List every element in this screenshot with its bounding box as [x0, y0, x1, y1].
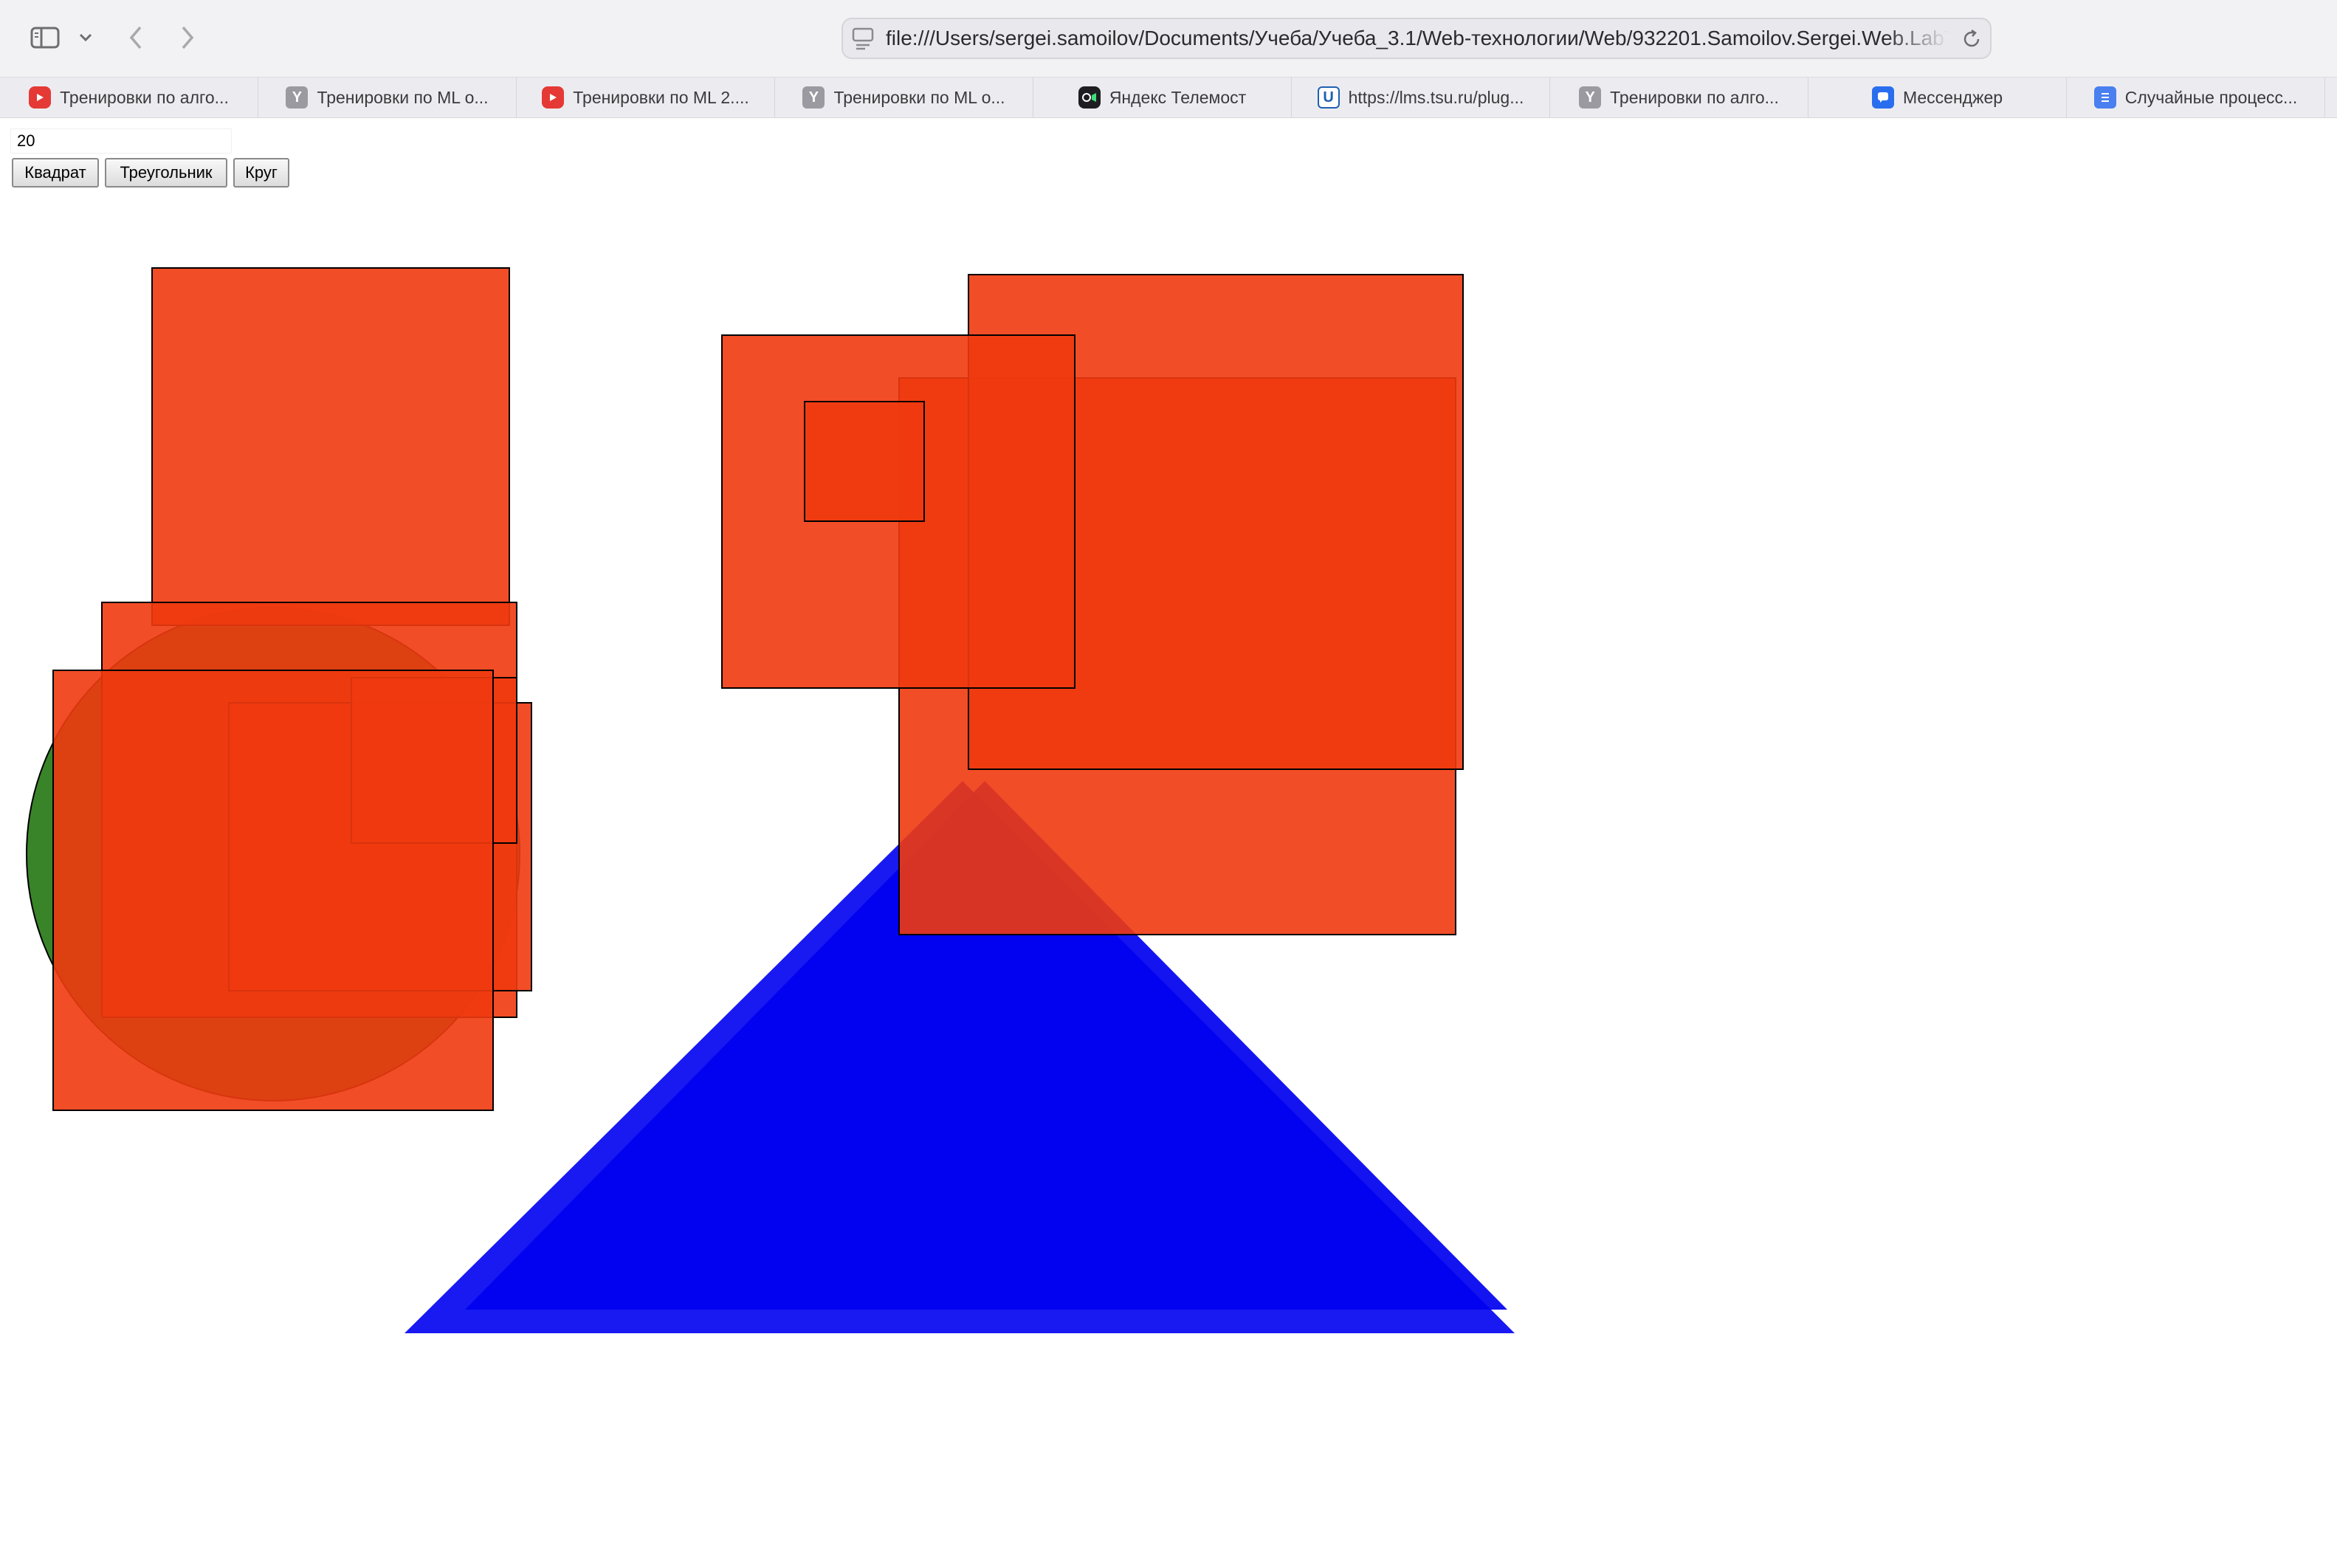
lms-icon: U [1317, 86, 1340, 109]
favorite-label: Тренировки по ML 2.... [573, 87, 749, 107]
document-icon [2093, 86, 2116, 109]
favorite-label: Тренировки по ML о... [833, 87, 1005, 107]
favorite-label: Мессенджер [1902, 87, 2003, 107]
browser-toolbar: file:///Users/sergei.samoilov/Documents/… [0, 0, 2337, 78]
favorite-label: Случайные процесс... [2124, 87, 2298, 107]
yandex-icon: Y [286, 86, 309, 109]
chevron-down-icon[interactable] [72, 16, 99, 59]
red-square[interactable] [151, 267, 510, 626]
favorite-item[interactable]: Мессенджер [1808, 78, 2067, 117]
messenger-icon [1871, 86, 1894, 109]
forward-arrow-icon[interactable] [173, 16, 202, 59]
telemost-icon [1078, 86, 1101, 109]
favorite-label: Яндекс Телемост [1109, 87, 1247, 107]
yandex-icon: Y [802, 86, 825, 109]
favorite-item[interactable]: Тренировки по ML 2.... [517, 78, 775, 117]
favorite-item[interactable]: Яндекс Телемост [1033, 78, 1292, 117]
favorite-item[interactable]: Y Тренировки по ML о... [258, 78, 517, 117]
address-bar[interactable]: file:///Users/sergei.samoilov/Documents/… [841, 18, 1992, 59]
yandex-icon: Y [1579, 86, 1602, 109]
favorites-bar: Тренировки по алго... Y Тренировки по ML… [0, 78, 2337, 118]
red-square[interactable] [52, 670, 494, 1111]
favorite-label: Тренировки по ML о... [317, 87, 489, 107]
youtube-icon [29, 86, 52, 109]
favorite-item[interactable]: Случайные процесс... [2067, 78, 2325, 117]
favorite-label: https://lms.tsu.ru/plug... [1348, 87, 1524, 107]
favorite-label: Тренировки по алго... [1610, 87, 1779, 107]
youtube-icon [542, 86, 565, 109]
favorite-item[interactable]: Y Тренировки по ML о... [775, 78, 1033, 117]
favorite-label: Тренировки по алго... [60, 87, 229, 107]
shapes-canvas [26, 267, 1515, 1333]
favorite-item[interactable]: Тренировки по алго... [0, 78, 258, 117]
favorite-item[interactable]: U https://lms.tsu.ru/plug... [1292, 78, 1550, 117]
sidebar-toggle-icon[interactable] [28, 16, 62, 59]
url-text[interactable]: file:///Users/sergei.samoilov/Documents/… [886, 19, 1949, 58]
favorite-item[interactable]: Y Тренировки по алго... [1550, 78, 1808, 117]
page-settings-icon[interactable] [852, 27, 874, 54]
back-arrow-icon[interactable] [121, 16, 151, 59]
reload-icon[interactable] [1961, 28, 1983, 54]
page-content: Квадрат Треугольник Круг [0, 118, 2337, 1568]
red-square[interactable] [804, 401, 925, 522]
